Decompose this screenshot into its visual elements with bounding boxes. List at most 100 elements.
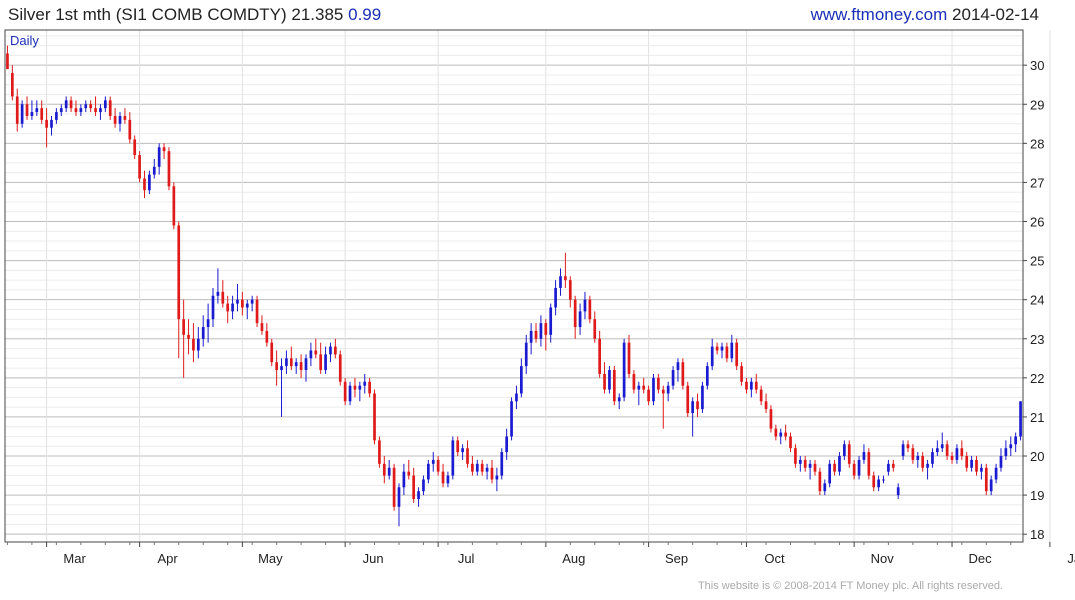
candle-body bbox=[975, 459, 978, 472]
candle-body bbox=[343, 381, 347, 402]
candle-body bbox=[867, 452, 871, 476]
candle-body bbox=[490, 467, 494, 480]
candle-body bbox=[911, 448, 915, 460]
candle bbox=[852, 459, 856, 480]
candle bbox=[138, 151, 141, 183]
candle bbox=[872, 471, 876, 492]
candle bbox=[637, 381, 641, 406]
candle-body bbox=[123, 115, 127, 120]
candle-body bbox=[485, 467, 489, 472]
candle-body bbox=[338, 354, 342, 382]
candle bbox=[201, 315, 205, 347]
candle-body bbox=[206, 319, 210, 328]
candle bbox=[891, 459, 895, 472]
y-tick-label: 30 bbox=[1030, 58, 1044, 73]
candle-body bbox=[652, 377, 655, 402]
candle-body bbox=[319, 354, 323, 371]
y-tick-label: 27 bbox=[1030, 175, 1044, 190]
candle-body bbox=[750, 381, 753, 390]
candle bbox=[671, 366, 675, 390]
candle bbox=[451, 436, 455, 480]
candle-body bbox=[99, 108, 102, 113]
candle-body bbox=[725, 346, 729, 359]
candle bbox=[211, 287, 215, 328]
plot-frame bbox=[4, 29, 1024, 543]
candlestick-series bbox=[6, 45, 1022, 527]
y-tick-label: 24 bbox=[1030, 293, 1044, 308]
candle bbox=[177, 221, 181, 359]
candle bbox=[216, 268, 220, 304]
candle-body bbox=[148, 174, 151, 191]
candle-body bbox=[402, 471, 406, 488]
candle-body bbox=[921, 456, 925, 468]
candle-body bbox=[661, 389, 665, 394]
candle bbox=[343, 377, 347, 406]
candle-body bbox=[451, 440, 455, 476]
candle bbox=[123, 108, 127, 124]
candle-body bbox=[701, 385, 704, 410]
candle-body bbox=[133, 139, 137, 156]
candle-body bbox=[568, 280, 572, 300]
candle-body bbox=[1004, 448, 1008, 457]
candle-body bbox=[221, 291, 225, 304]
candle-body bbox=[192, 338, 195, 351]
candle-body bbox=[348, 385, 352, 402]
candle bbox=[162, 143, 166, 159]
candle bbox=[608, 366, 611, 394]
candle-body bbox=[216, 291, 220, 296]
candle-body bbox=[368, 381, 371, 394]
candle-body bbox=[984, 467, 988, 492]
candle bbox=[456, 436, 460, 457]
candle bbox=[940, 432, 944, 453]
copyright-notice: This website is © 2008-2014 FT Money plc… bbox=[697, 580, 1003, 592]
candle-body bbox=[74, 108, 78, 113]
candle bbox=[99, 104, 102, 120]
candle-body bbox=[681, 362, 685, 386]
candle bbox=[887, 459, 890, 476]
candle bbox=[950, 452, 954, 464]
candle bbox=[392, 463, 396, 511]
candle-body bbox=[128, 119, 132, 140]
candle bbox=[681, 358, 685, 390]
candle-body bbox=[324, 354, 327, 371]
candle-body bbox=[241, 299, 244, 308]
candle-body bbox=[162, 147, 166, 152]
candle bbox=[89, 100, 92, 113]
candle bbox=[15, 88, 19, 132]
candle-body bbox=[412, 475, 416, 500]
candle bbox=[265, 323, 269, 347]
candle bbox=[559, 268, 562, 296]
price-chart: 18 19 20 21 22 23 24 25 26 27 28 29 30 Mar Apr May Jun J… bbox=[4, 29, 1075, 566]
candle-body bbox=[593, 319, 597, 339]
candle-body bbox=[671, 370, 675, 386]
candle-body bbox=[676, 362, 680, 371]
candle-body bbox=[103, 100, 107, 109]
x-tick-label: Nov bbox=[871, 551, 895, 566]
candle-body bbox=[35, 108, 39, 113]
candle bbox=[622, 338, 626, 402]
candle-body bbox=[808, 463, 812, 468]
candle bbox=[652, 373, 655, 406]
candle bbox=[960, 440, 964, 460]
candle-body bbox=[294, 362, 298, 367]
x-tick-label: May bbox=[258, 551, 283, 566]
candle-body bbox=[696, 401, 699, 410]
candle bbox=[862, 444, 866, 464]
candle bbox=[798, 456, 802, 472]
candle bbox=[647, 385, 650, 406]
candle bbox=[764, 393, 768, 414]
y-tick-label: 25 bbox=[1030, 254, 1044, 269]
candle-body bbox=[745, 381, 748, 390]
candle-body bbox=[441, 471, 445, 484]
candle-body bbox=[177, 225, 181, 320]
candle bbox=[309, 342, 313, 367]
candle bbox=[471, 456, 474, 476]
candle bbox=[118, 112, 122, 132]
candle-body bbox=[50, 119, 53, 128]
y-tick-label: 21 bbox=[1030, 410, 1044, 425]
candle-body bbox=[392, 467, 396, 507]
candle bbox=[583, 291, 587, 320]
candle bbox=[926, 459, 929, 480]
candle-body bbox=[495, 475, 499, 480]
candle-body bbox=[64, 100, 68, 109]
